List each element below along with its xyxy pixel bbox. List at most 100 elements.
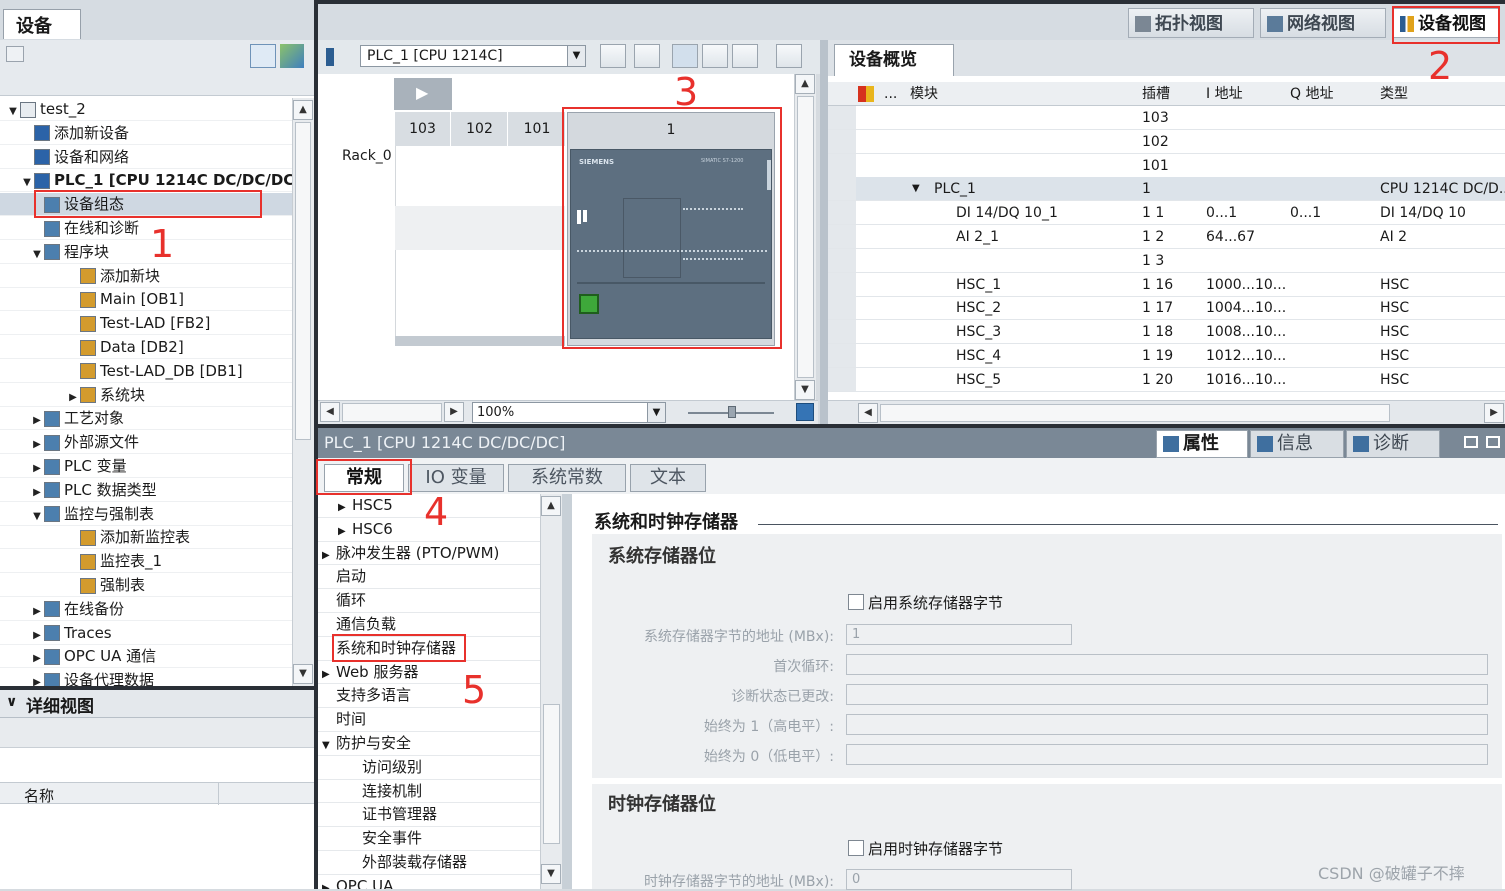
tab-general[interactable]: 常规 (324, 464, 404, 492)
tree-item[interactable]: ▼ 监控与强制表 (0, 503, 292, 526)
tree-item[interactable]: ▼ 程序块 (0, 241, 292, 264)
col-i-address[interactable]: I 地址 (1206, 82, 1243, 106)
expand-arrow-down-icon[interactable]: ▼ (322, 734, 336, 757)
show-module-titles-icon[interactable] (600, 44, 626, 68)
slot-102[interactable]: 102 (452, 112, 508, 146)
overview-navigation-icon[interactable] (796, 403, 814, 421)
zoom-select[interactable]: 100% ▼ (472, 402, 666, 423)
tab-device-view[interactable]: 设备视图 (1393, 8, 1499, 38)
overview-hscroll[interactable]: ◀ ▶ (828, 400, 1505, 424)
nav-item[interactable]: 连接机制 (318, 780, 540, 804)
scroll-down-icon[interactable]: ▼ (795, 380, 815, 400)
tree-item[interactable]: 在线和诊断 (0, 217, 292, 240)
clock-memory-address-input[interactable]: 0 (846, 869, 1072, 890)
row-gutter[interactable] (828, 248, 856, 272)
tree-item[interactable]: ▶ OPC UA 通信 (0, 645, 292, 669)
overview-row[interactable]: PLC_1 1 CPU 1214C DC/D... ▼ (828, 177, 1505, 202)
tree-item[interactable]: 设备组态 (0, 193, 292, 217)
cpu-module[interactable]: 1 SIEMENS SIMATIC S7-1200 (567, 112, 775, 346)
expand-arrow-down-icon[interactable]: ▼ (912, 177, 920, 201)
tree-item[interactable]: ▶ 工艺对象 (0, 407, 292, 432)
scroll-thumb[interactable] (797, 96, 814, 378)
system-memory-field-input[interactable] (846, 744, 1488, 765)
compile-icon[interactable] (280, 44, 304, 68)
overview-row[interactable]: 103 (828, 106, 1505, 130)
col-slot[interactable]: 插槽 (1142, 82, 1170, 106)
grid-icon[interactable] (702, 44, 728, 68)
scroll-thumb[interactable] (880, 404, 1390, 422)
expand-arrow-down-icon[interactable]: ▼ (6, 100, 20, 123)
slot-103[interactable]: 103 (395, 112, 451, 146)
nav-item[interactable]: 通信负载 (318, 613, 540, 637)
tree-item[interactable]: ▶ 外部源文件 (0, 431, 292, 456)
col-type[interactable]: 类型 (1380, 82, 1408, 106)
overview-row[interactable]: 1 3 (828, 248, 1505, 273)
row-gutter[interactable] (828, 367, 856, 391)
tree-item[interactable]: 设备和网络 (0, 146, 292, 169)
row-gutter[interactable] (828, 177, 856, 201)
tree-item[interactable]: Data [DB2] (0, 336, 292, 359)
tree-item[interactable]: Test-LAD_DB [DB1] (0, 360, 292, 383)
system-memory-field-input[interactable] (846, 654, 1488, 675)
enable-system-memory-checkbox[interactable] (848, 594, 864, 610)
scroll-right-icon[interactable]: ▶ (444, 402, 464, 422)
system-memory-field-input[interactable] (846, 684, 1488, 705)
zoom-slider-handle[interactable] (728, 406, 736, 418)
nav-item[interactable]: ▶ OPC UA (318, 875, 540, 889)
overview-row[interactable]: HSC_2 1 17 1004...10... HSC (828, 296, 1505, 321)
scroll-up-icon[interactable]: ▲ (293, 100, 313, 120)
tree-item[interactable]: ▶ Traces (0, 622, 292, 645)
device-view-switch-icon[interactable] (326, 48, 344, 66)
tree-item[interactable]: 添加新设备 (0, 122, 292, 145)
tree-item[interactable]: ▶ PLC 数据类型 (0, 479, 292, 502)
nav-item[interactable]: 循环 (318, 589, 540, 613)
scroll-left-icon[interactable]: ◀ (858, 403, 878, 423)
expand-arrow-down-icon[interactable]: ▼ (30, 243, 44, 266)
col-more[interactable]: ... (884, 82, 897, 106)
enable-clock-memory-checkbox[interactable] (848, 840, 864, 856)
row-gutter[interactable] (828, 106, 856, 129)
expand-arrow-down-icon[interactable]: ▼ (20, 171, 34, 194)
show-names-icon[interactable] (634, 44, 660, 68)
nav-scrollbar[interactable]: ▲ ▼ (540, 494, 562, 889)
nav-item[interactable]: ▶ Web 服务器 (318, 661, 540, 685)
tree-item[interactable]: ▼ test_2 (0, 98, 292, 121)
device-select[interactable]: PLC_1 [CPU 1214C] ▼ (360, 45, 586, 67)
tree-scrollbar[interactable]: ▲ ▼ (292, 98, 314, 686)
overview-row[interactable]: 102 (828, 129, 1505, 154)
network-overview-icon[interactable] (6, 46, 24, 62)
tree-item[interactable]: ▼ PLC_1 [CPU 1214C DC/DC/DC] (0, 169, 292, 194)
canvas-vscroll[interactable]: ▲ ▼ (794, 74, 816, 404)
expand-arrow-right-icon[interactable]: ▶ (322, 877, 336, 889)
overview-row[interactable]: HSC_5 1 20 1016...10... HSC (828, 367, 1505, 392)
tree-item[interactable]: 添加新监控表 (0, 526, 292, 550)
export-icon[interactable] (776, 44, 802, 68)
tree-item[interactable]: ▶ PLC 变量 (0, 455, 292, 478)
tab-system-constants[interactable]: 系统常数 (508, 464, 626, 492)
tree-item[interactable]: ▶ 设备代理数据 (0, 669, 292, 686)
nav-item[interactable]: 安全事件 (318, 827, 540, 851)
scroll-thumb[interactable] (543, 704, 560, 844)
slot-101[interactable]: 101 (509, 112, 565, 146)
tab-diagnostics[interactable]: 诊断 (1346, 430, 1440, 458)
row-gutter[interactable] (828, 296, 856, 320)
tree-item[interactable]: ▶ 在线备份 (0, 598, 292, 621)
tree-item[interactable]: Test-LAD [FB2] (0, 312, 292, 336)
scroll-thumb[interactable] (295, 122, 311, 440)
nav-item[interactable]: 访问级别 (318, 756, 540, 780)
expand-arrow-right-icon[interactable]: ▶ (338, 520, 352, 543)
expand-arrow-right-icon[interactable]: ▶ (30, 457, 44, 480)
row-gutter[interactable] (828, 153, 856, 177)
scroll-right-icon[interactable]: ▶ (1484, 403, 1504, 423)
tab-texts[interactable]: 文本 (630, 464, 706, 492)
expand-arrow-right-icon[interactable]: ▶ (322, 544, 336, 567)
row-gutter[interactable] (828, 225, 856, 248)
expand-arrow-right-icon[interactable]: ▶ (30, 409, 44, 432)
tab-properties[interactable]: 属性 (1156, 430, 1248, 458)
tab-device-overview[interactable]: 设备概览 (834, 44, 954, 76)
rack-expand-arrow[interactable]: ▶ (394, 78, 452, 110)
expand-arrow-right-icon[interactable]: ▶ (30, 433, 44, 456)
expand-arrow-right-icon[interactable]: ▶ (66, 386, 80, 409)
nav-item[interactable]: 系统和时钟存储器 (318, 637, 540, 661)
nav-item[interactable]: 支持多语言 (318, 684, 540, 709)
